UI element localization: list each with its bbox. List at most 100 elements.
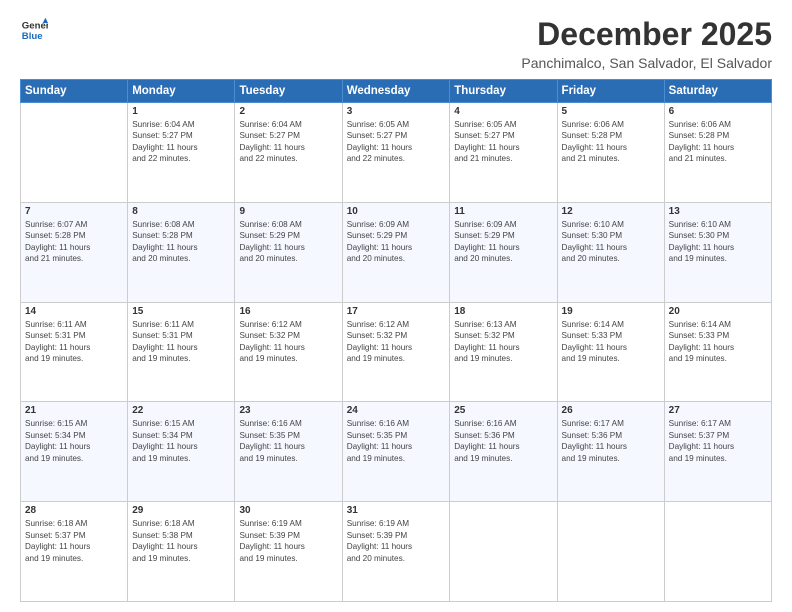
- day-info: Sunrise: 6:13 AM Sunset: 5:32 PM Dayligh…: [454, 319, 552, 365]
- day-info: Sunrise: 6:06 AM Sunset: 5:28 PM Dayligh…: [669, 119, 767, 165]
- day-number: 16: [239, 306, 337, 317]
- calendar-day-cell: 27 Sunrise: 6:17 AM Sunset: 5:37 PM Dayli…: [664, 402, 771, 502]
- weekday-header-cell: Sunday: [21, 80, 128, 103]
- day-info: Sunrise: 6:10 AM Sunset: 5:30 PM Dayligh…: [562, 219, 660, 265]
- day-number: 31: [347, 505, 446, 516]
- day-number: 21: [25, 405, 123, 416]
- day-number: 11: [454, 206, 552, 217]
- calendar-page: General Blue December 2025 Panchimalco, …: [0, 0, 792, 612]
- day-number: 18: [454, 306, 552, 317]
- day-number: 2: [239, 106, 337, 117]
- day-info: Sunrise: 6:16 AM Sunset: 5:36 PM Dayligh…: [454, 418, 552, 464]
- calendar-day-cell: 7 Sunrise: 6:07 AM Sunset: 5:28 PM Daylig…: [21, 202, 128, 302]
- day-number: 4: [454, 106, 552, 117]
- calendar-day-cell: [557, 502, 664, 602]
- day-info: Sunrise: 6:15 AM Sunset: 5:34 PM Dayligh…: [132, 418, 230, 464]
- calendar-day-cell: 30 Sunrise: 6:19 AM Sunset: 5:39 PM Dayli…: [235, 502, 342, 602]
- day-number: 8: [132, 206, 230, 217]
- day-info: Sunrise: 6:18 AM Sunset: 5:38 PM Dayligh…: [132, 518, 230, 564]
- weekday-header-cell: Monday: [128, 80, 235, 103]
- day-info: Sunrise: 6:11 AM Sunset: 5:31 PM Dayligh…: [25, 319, 123, 365]
- weekday-header-row: SundayMondayTuesdayWednesdayThursdayFrid…: [21, 80, 772, 103]
- day-info: Sunrise: 6:11 AM Sunset: 5:31 PM Dayligh…: [132, 319, 230, 365]
- day-number: 29: [132, 505, 230, 516]
- day-number: 14: [25, 306, 123, 317]
- day-info: Sunrise: 6:19 AM Sunset: 5:39 PM Dayligh…: [347, 518, 446, 564]
- calendar-week-row: 21 Sunrise: 6:15 AM Sunset: 5:34 PM Dayli…: [21, 402, 772, 502]
- calendar-day-cell: 2 Sunrise: 6:04 AM Sunset: 5:27 PM Daylig…: [235, 103, 342, 203]
- calendar-day-cell: 21Sunrise: 6:15 AM Sunset: 5:34 PM Dayli…: [21, 402, 128, 502]
- calendar-day-cell: 16 Sunrise: 6:12 AM Sunset: 5:32 PM Dayli…: [235, 302, 342, 402]
- calendar-week-row: 1 Sunrise: 6:04 AM Sunset: 5:27 PM Daylig…: [21, 103, 772, 203]
- calendar-day-cell: 24 Sunrise: 6:16 AM Sunset: 5:35 PM Dayli…: [342, 402, 450, 502]
- calendar-day-cell: 1Sunrise: 6:04 AM Sunset: 5:27 PM Daylig…: [128, 103, 235, 203]
- calendar-day-cell: 5 Sunrise: 6:06 AM Sunset: 5:28 PM Daylig…: [557, 103, 664, 203]
- weekday-header-cell: Friday: [557, 80, 664, 103]
- day-info: Sunrise: 6:17 AM Sunset: 5:36 PM Dayligh…: [562, 418, 660, 464]
- calendar-title: December 2025: [521, 16, 772, 53]
- day-number: 28: [25, 505, 123, 516]
- weekday-header-cell: Tuesday: [235, 80, 342, 103]
- day-number: 25: [454, 405, 552, 416]
- day-number: 23: [239, 405, 337, 416]
- logo: General Blue: [20, 16, 48, 44]
- calendar-day-cell: 10 Sunrise: 6:09 AM Sunset: 5:29 PM Dayli…: [342, 202, 450, 302]
- day-info: Sunrise: 6:14 AM Sunset: 5:33 PM Dayligh…: [669, 319, 767, 365]
- calendar-day-cell: 6 Sunrise: 6:06 AM Sunset: 5:28 PM Daylig…: [664, 103, 771, 203]
- day-info: Sunrise: 6:08 AM Sunset: 5:28 PM Dayligh…: [132, 219, 230, 265]
- calendar-week-row: 14 Sunrise: 6:11 AM Sunset: 5:31 PM Dayli…: [21, 302, 772, 402]
- day-info: Sunrise: 6:07 AM Sunset: 5:28 PM Dayligh…: [25, 219, 123, 265]
- calendar-day-cell: 11 Sunrise: 6:09 AM Sunset: 5:29 PM Dayli…: [450, 202, 557, 302]
- day-info: Sunrise: 6:12 AM Sunset: 5:32 PM Dayligh…: [239, 319, 337, 365]
- day-info: Sunrise: 6:12 AM Sunset: 5:32 PM Dayligh…: [347, 319, 446, 365]
- day-info: Sunrise: 6:06 AM Sunset: 5:28 PM Dayligh…: [562, 119, 660, 165]
- title-block: December 2025 Panchimalco, San Salvador,…: [521, 16, 772, 71]
- day-number: 22: [132, 405, 230, 416]
- calendar-day-cell: 8 Sunrise: 6:08 AM Sunset: 5:28 PM Daylig…: [128, 202, 235, 302]
- calendar-day-cell: 23 Sunrise: 6:16 AM Sunset: 5:35 PM Dayli…: [235, 402, 342, 502]
- calendar-day-cell: [21, 103, 128, 203]
- day-info: Sunrise: 6:18 AM Sunset: 5:37 PM Dayligh…: [25, 518, 123, 564]
- day-number: 6: [669, 106, 767, 117]
- calendar-day-cell: 28 Sunrise: 6:18 AM Sunset: 5:37 PM Dayli…: [21, 502, 128, 602]
- calendar-day-cell: 4Sunrise: 6:05 AM Sunset: 5:27 PM Daylig…: [450, 103, 557, 203]
- day-info: Sunrise: 6:09 AM Sunset: 5:29 PM Dayligh…: [454, 219, 552, 265]
- weekday-header-cell: Wednesday: [342, 80, 450, 103]
- calendar-week-row: 28 Sunrise: 6:18 AM Sunset: 5:37 PM Dayli…: [21, 502, 772, 602]
- calendar-day-cell: 9Sunrise: 6:08 AM Sunset: 5:29 PM Daylig…: [235, 202, 342, 302]
- day-number: 5: [562, 106, 660, 117]
- calendar-day-cell: 25 Sunrise: 6:16 AM Sunset: 5:36 PM Dayli…: [450, 402, 557, 502]
- day-number: 12: [562, 206, 660, 217]
- day-number: 1: [132, 106, 230, 117]
- calendar-day-cell: 29 Sunrise: 6:18 AM Sunset: 5:38 PM Dayli…: [128, 502, 235, 602]
- day-info: Sunrise: 6:09 AM Sunset: 5:29 PM Dayligh…: [347, 219, 446, 265]
- day-info: Sunrise: 6:17 AM Sunset: 5:37 PM Dayligh…: [669, 418, 767, 464]
- calendar-week-row: 7 Sunrise: 6:07 AM Sunset: 5:28 PM Daylig…: [21, 202, 772, 302]
- day-number: 10: [347, 206, 446, 217]
- weekday-header-cell: Saturday: [664, 80, 771, 103]
- day-info: Sunrise: 6:08 AM Sunset: 5:29 PM Dayligh…: [239, 219, 337, 265]
- calendar-day-cell: 18 Sunrise: 6:13 AM Sunset: 5:32 PM Dayli…: [450, 302, 557, 402]
- day-info: Sunrise: 6:14 AM Sunset: 5:33 PM Dayligh…: [562, 319, 660, 365]
- day-info: Sunrise: 6:05 AM Sunset: 5:27 PM Dayligh…: [347, 119, 446, 165]
- day-number: 17: [347, 306, 446, 317]
- day-info: Sunrise: 6:19 AM Sunset: 5:39 PM Dayligh…: [239, 518, 337, 564]
- calendar-day-cell: 20Sunrise: 6:14 AM Sunset: 5:33 PM Dayli…: [664, 302, 771, 402]
- calendar-subtitle: Panchimalco, San Salvador, El Salvador: [521, 55, 772, 71]
- day-number: 26: [562, 405, 660, 416]
- calendar-day-cell: 31 Sunrise: 6:19 AM Sunset: 5:39 PM Dayli…: [342, 502, 450, 602]
- day-number: 19: [562, 306, 660, 317]
- calendar-day-cell: 12 Sunrise: 6:10 AM Sunset: 5:30 PM Dayli…: [557, 202, 664, 302]
- day-number: 30: [239, 505, 337, 516]
- day-info: Sunrise: 6:04 AM Sunset: 5:27 PM Dayligh…: [239, 119, 337, 165]
- calendar-day-cell: 14 Sunrise: 6:11 AM Sunset: 5:31 PM Dayli…: [21, 302, 128, 402]
- calendar-day-cell: [450, 502, 557, 602]
- day-number: 27: [669, 405, 767, 416]
- day-info: Sunrise: 6:16 AM Sunset: 5:35 PM Dayligh…: [347, 418, 446, 464]
- day-info: Sunrise: 6:16 AM Sunset: 5:35 PM Dayligh…: [239, 418, 337, 464]
- day-number: 24: [347, 405, 446, 416]
- logo-icon: General Blue: [20, 16, 48, 44]
- calendar-day-cell: [664, 502, 771, 602]
- calendar-table: SundayMondayTuesdayWednesdayThursdayFrid…: [20, 79, 772, 602]
- day-number: 7: [25, 206, 123, 217]
